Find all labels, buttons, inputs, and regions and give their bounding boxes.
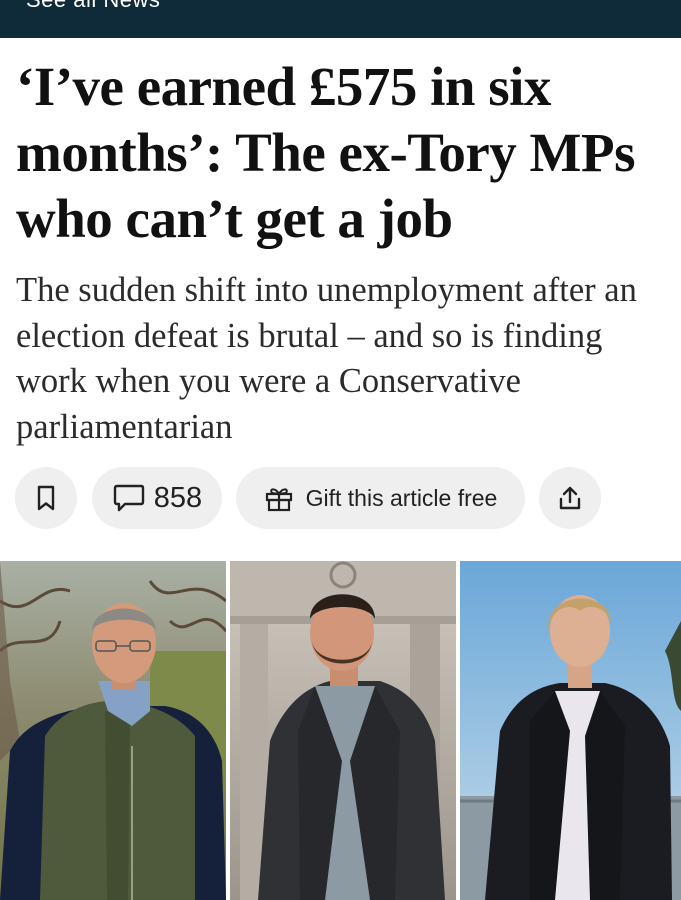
article-lead-image: [0, 561, 681, 900]
article-headline: ‘I’ve earned £575 in six months’: The ex…: [16, 56, 635, 249]
top-nav-bar: See all News: [0, 0, 681, 38]
share-icon: [556, 484, 584, 512]
comment-bubble-icon: [112, 483, 146, 513]
gift-icon: [264, 484, 294, 512]
comment-count: 858: [153, 481, 203, 514]
bookmark-icon: [34, 484, 58, 512]
photo-former-mp-gilet: [0, 561, 226, 900]
gift-article-label: Gift this article free: [305, 484, 498, 511]
comments-button[interactable]: 858: [92, 467, 222, 529]
article-standfirst: The sudden shift into unemployment after…: [16, 271, 637, 446]
gift-article-button[interactable]: Gift this article free: [236, 467, 525, 529]
article-action-bar: 858 Gift this article free: [0, 467, 681, 529]
share-button[interactable]: [539, 467, 601, 529]
see-all-news-link[interactable]: See all News: [26, 0, 160, 13]
photo-former-mp-suit: [230, 561, 456, 900]
bookmark-button[interactable]: [15, 467, 77, 529]
photo-former-mp-woman: [460, 561, 681, 900]
